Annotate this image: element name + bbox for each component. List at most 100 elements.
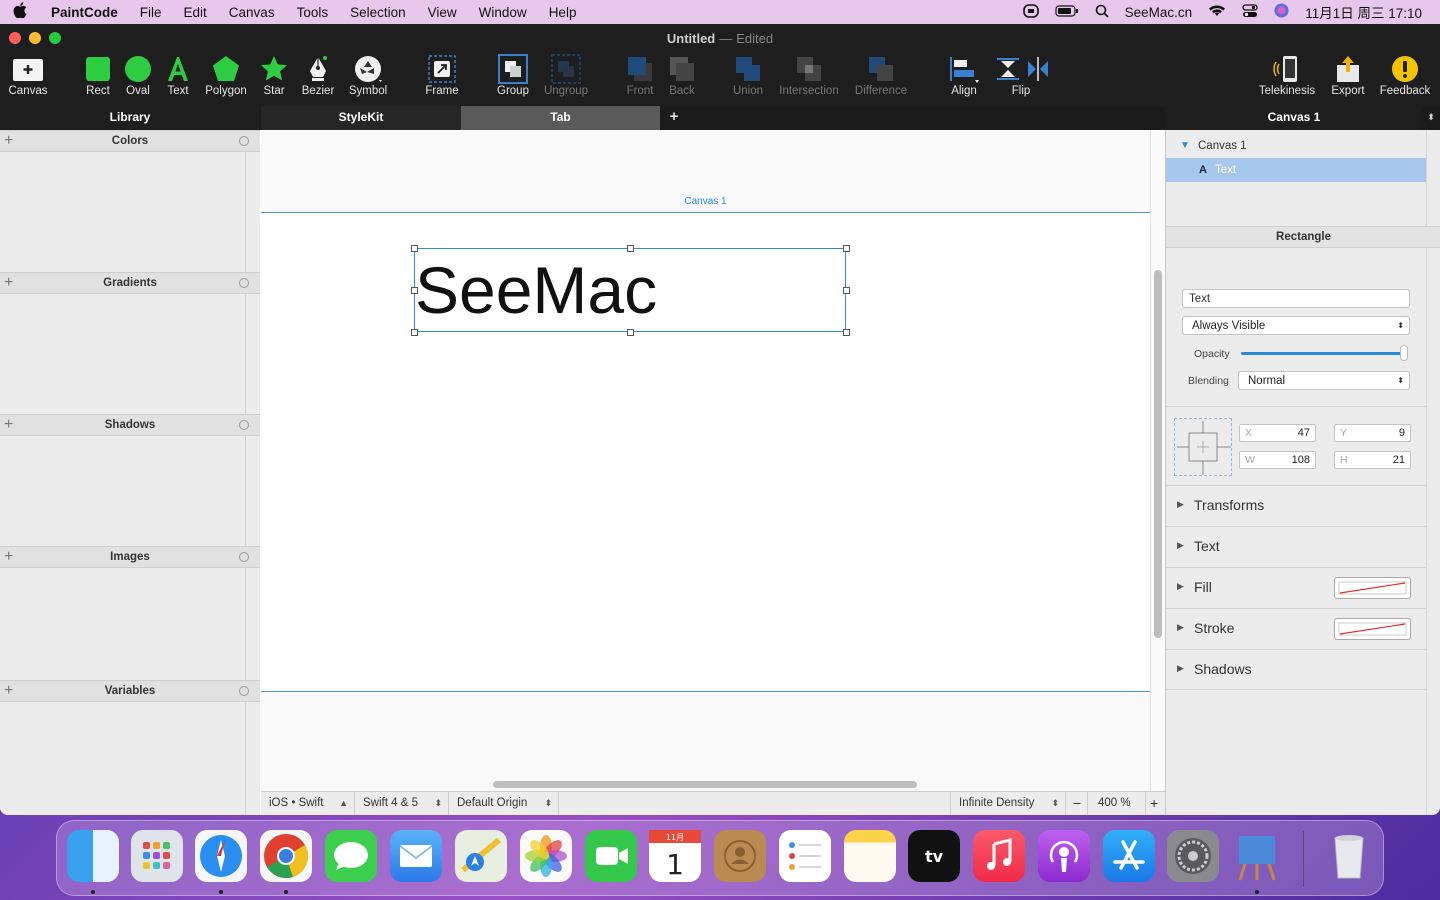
spotlight-search-icon[interactable] [1095, 4, 1109, 21]
chrome-icon[interactable] [260, 830, 312, 882]
zoom-level[interactable]: 400 % [1088, 792, 1146, 815]
resize-handle-top-left[interactable] [411, 245, 418, 252]
tab-tab[interactable]: Tab [461, 106, 660, 130]
align-button[interactable]: Align [934, 52, 994, 97]
opacity-slider-track[interactable] [1241, 352, 1404, 355]
language-select[interactable]: Swift 4 & 5 ⬍ [355, 792, 449, 815]
origin-select[interactable]: Default Origin ⬍ [449, 792, 559, 815]
system-preferences-icon[interactable] [1167, 830, 1219, 882]
colors-options-icon[interactable] [239, 136, 249, 146]
resize-handle-right[interactable] [843, 287, 850, 294]
density-select[interactable]: Infinite Density ⬍ [950, 792, 1066, 815]
add-variable-icon[interactable]: + [4, 681, 13, 701]
menu-canvas[interactable]: Canvas [218, 5, 286, 20]
menubar-clock[interactable]: 11月1日 周三 17:10 [1305, 2, 1422, 22]
tab-library[interactable]: Library [0, 106, 260, 130]
add-color-icon[interactable]: + [4, 131, 13, 151]
resize-handle-bottom-left[interactable] [411, 329, 418, 336]
width-field[interactable]: W 108 [1239, 451, 1316, 469]
shadows-options-icon[interactable] [239, 420, 249, 430]
menu-file[interactable]: File [129, 5, 173, 20]
music-icon[interactable] [973, 830, 1025, 882]
canvas-horizontal-scrollbar[interactable] [493, 781, 917, 788]
add-tab-button[interactable]: + [661, 106, 687, 130]
screen-time-icon[interactable] [1022, 3, 1039, 21]
object-name-field[interactable]: Text [1182, 289, 1410, 308]
resize-handle-bottom-right[interactable] [843, 329, 850, 336]
selected-text-object[interactable]: SeeMac [414, 248, 846, 332]
ungroup-button[interactable]: Ungroup [536, 52, 596, 97]
zoom-out-button[interactable]: − [1066, 792, 1088, 815]
x-position-field[interactable]: X 47 [1239, 424, 1316, 442]
add-gradient-icon[interactable]: + [4, 273, 13, 293]
shadows-section[interactable]: ▶ Shadows [1166, 649, 1426, 690]
opacity-slider-knob[interactable] [1400, 345, 1408, 361]
gradients-options-icon[interactable] [239, 278, 249, 288]
contacts-icon[interactable] [714, 830, 766, 882]
feedback-button[interactable]: Feedback [1375, 52, 1435, 97]
safari-icon[interactable] [195, 830, 247, 882]
telekinesis-button[interactable]: Telekinesis [1257, 52, 1317, 97]
trash-icon[interactable] [1323, 830, 1375, 882]
siri-icon[interactable] [1274, 3, 1289, 21]
menu-tools[interactable]: Tools [286, 5, 340, 20]
y-position-field[interactable]: Y9 [1334, 424, 1411, 442]
mail-icon[interactable] [390, 830, 442, 882]
calendar-icon[interactable]: 11月 1 [649, 830, 701, 882]
flip-button[interactable]: Flip [991, 52, 1051, 97]
frame-tool-button[interactable]: Frame [412, 52, 472, 97]
menubar-site-label[interactable]: SeeMac.cn [1125, 5, 1193, 20]
union-button[interactable]: Union [718, 52, 778, 97]
zoom-in-button[interactable]: + [1146, 792, 1165, 815]
messages-icon[interactable] [325, 830, 377, 882]
inspector-canvas-popup-icon[interactable]: ⬍ [1424, 106, 1438, 130]
drawing-canvas-area[interactable]: Canvas 1 SeeMac [261, 130, 1165, 791]
resize-handle-top[interactable] [627, 245, 634, 252]
height-field[interactable]: H 21 [1334, 451, 1411, 469]
add-image-icon[interactable]: + [4, 547, 13, 567]
visibility-select[interactable]: Always Visible ⬍ [1182, 316, 1410, 335]
wifi-icon[interactable] [1208, 4, 1226, 20]
inspector-canvas-title[interactable]: Canvas 1 [1166, 106, 1422, 130]
resize-handle-bottom[interactable] [627, 329, 634, 336]
canvas-tool-button[interactable]: Canvas [0, 52, 58, 97]
transforms-section[interactable]: ▶ Transforms [1166, 485, 1426, 526]
platform-select[interactable]: iOS • Swift ▲ [261, 792, 355, 815]
finder-icon[interactable] [67, 830, 119, 882]
add-shadow-icon[interactable]: + [4, 415, 13, 435]
paintcode-icon[interactable] [1231, 830, 1283, 882]
intersection-button[interactable]: Intersection [778, 52, 840, 97]
blending-select[interactable]: Normal ⬍ [1238, 371, 1410, 390]
export-button[interactable]: Export [1318, 52, 1378, 97]
menu-edit[interactable]: Edit [173, 5, 218, 20]
variables-options-icon[interactable] [239, 686, 249, 696]
notes-icon[interactable] [844, 830, 896, 882]
symbol-tool-button[interactable]: Symbol [338, 52, 398, 97]
stroke-section[interactable]: ▶ Stroke [1166, 608, 1426, 649]
apple-menu-icon[interactable] [0, 2, 40, 22]
canvas-name-label[interactable]: Canvas 1 [261, 196, 1150, 207]
difference-button[interactable]: Difference [850, 52, 912, 97]
canvas-text-content[interactable]: SeeMac [415, 251, 657, 329]
group-button[interactable]: Group [483, 52, 543, 97]
menu-help[interactable]: Help [538, 5, 588, 20]
tree-row-text[interactable]: A Text [1166, 158, 1426, 182]
reminders-icon[interactable] [779, 830, 831, 882]
disclosure-down-icon[interactable]: ▼ [1180, 134, 1190, 158]
menu-selection[interactable]: Selection [339, 5, 417, 20]
resize-handle-left[interactable] [411, 287, 418, 294]
menu-app-name[interactable]: PaintCode [40, 5, 129, 20]
app-store-icon[interactable] [1103, 830, 1155, 882]
maps-icon[interactable] [455, 830, 507, 882]
send-back-button[interactable]: Back [652, 52, 712, 97]
fill-section[interactable]: ▶ Fill [1166, 567, 1426, 608]
photos-icon[interactable] [520, 830, 572, 882]
resize-handle-top-right[interactable] [843, 245, 850, 252]
battery-icon[interactable] [1055, 4, 1079, 20]
menu-window[interactable]: Window [468, 5, 538, 20]
images-options-icon[interactable] [239, 552, 249, 562]
tab-stylekit[interactable]: StyleKit [261, 106, 461, 130]
facetime-icon[interactable] [585, 830, 637, 882]
autoresizing-mask-control[interactable] [1174, 418, 1232, 476]
fill-color-well[interactable] [1334, 577, 1411, 599]
